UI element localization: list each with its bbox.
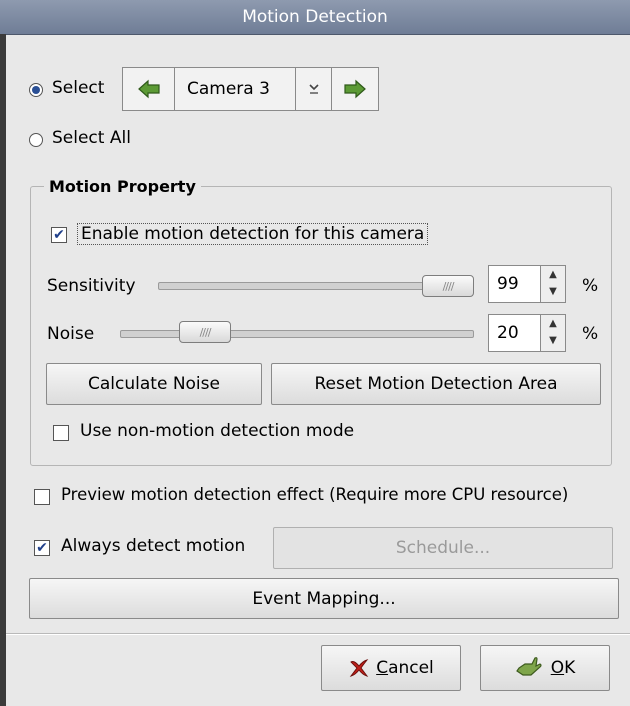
sensitivity-label: Sensitivity xyxy=(47,276,136,296)
reset-motion-area-label: Reset Motion Detection Area xyxy=(314,374,558,394)
sensitivity-slider-thumb[interactable]: //// xyxy=(422,275,474,297)
window-border xyxy=(0,34,6,706)
reset-motion-area-button[interactable]: Reset Motion Detection Area xyxy=(271,363,601,405)
select-radio[interactable] xyxy=(29,83,43,97)
noise-slider-thumb[interactable]: //// xyxy=(179,321,231,343)
non-motion-mode-checkbox[interactable] xyxy=(53,425,69,441)
noise-stepper[interactable]: ▲ ▼ xyxy=(540,315,565,351)
sensitivity-stepper[interactable]: ▲ ▼ xyxy=(540,266,565,302)
event-mapping-label: Event Mapping... xyxy=(252,588,396,609)
arrow-right-icon xyxy=(344,79,366,99)
camera-dropdown-toggle[interactable] xyxy=(296,68,332,110)
sensitivity-value: 99 xyxy=(497,274,519,294)
preview-effect-checkbox[interactable] xyxy=(34,489,50,505)
sensitivity-spinbox[interactable]: 99 ▲ ▼ xyxy=(488,265,566,303)
ok-button[interactable]: OK xyxy=(480,645,610,691)
noise-percent: % xyxy=(582,324,599,344)
event-mapping-button[interactable]: Event Mapping... xyxy=(29,578,619,619)
noise-slider-track[interactable] xyxy=(120,330,474,338)
calculate-noise-button[interactable]: Calculate Noise xyxy=(46,363,262,405)
non-motion-mode-label: Use non-motion detection mode xyxy=(80,421,355,441)
ok-mnemonic: O xyxy=(550,658,565,678)
chevron-down-icon xyxy=(308,84,319,94)
arrow-left-icon xyxy=(137,79,160,99)
cancel-mnemonic: C xyxy=(376,658,389,678)
calculate-noise-label: Calculate Noise xyxy=(88,374,220,394)
schedule-button[interactable]: Schedule... xyxy=(273,527,613,569)
select-label: Select xyxy=(52,78,105,98)
enable-motion-label[interactable]: Enable motion detection for this camera xyxy=(77,223,429,245)
cancel-button[interactable]: Cancel xyxy=(321,645,461,691)
motion-detection-window: Motion Detection Select Camera 3 Select … xyxy=(0,0,630,706)
ok-label-rest: K xyxy=(564,658,576,678)
sensitivity-percent: % xyxy=(582,276,599,296)
enable-motion-checkbox[interactable]: ✔ xyxy=(51,227,67,243)
motion-property-title: Motion Property xyxy=(44,177,201,196)
noise-label: Noise xyxy=(47,324,95,344)
camera-selector: Camera 3 xyxy=(122,67,379,111)
camera-dropdown[interactable]: Camera 3 xyxy=(175,68,296,110)
noise-spinbox[interactable]: 20 ▲ ▼ xyxy=(488,314,566,352)
window-title: Motion Detection xyxy=(242,7,388,27)
cancel-x-icon xyxy=(349,659,369,677)
select-all-label: Select All xyxy=(52,128,131,148)
prev-camera-button[interactable] xyxy=(123,68,175,110)
select-all-radio[interactable] xyxy=(29,133,43,147)
schedule-label: Schedule... xyxy=(395,538,491,558)
ok-hand-icon xyxy=(515,657,542,676)
noise-value: 20 xyxy=(497,323,519,343)
cancel-label-rest: ancel xyxy=(388,658,434,678)
camera-value: Camera 3 xyxy=(187,79,270,99)
window-titlebar[interactable]: Motion Detection xyxy=(0,0,630,35)
always-detect-checkbox[interactable]: ✔ xyxy=(34,540,50,556)
preview-effect-label: Preview motion detection effect (Require… xyxy=(61,485,569,504)
next-camera-button[interactable] xyxy=(332,68,378,110)
footer-divider xyxy=(6,633,630,635)
always-detect-label: Always detect motion xyxy=(61,536,246,556)
